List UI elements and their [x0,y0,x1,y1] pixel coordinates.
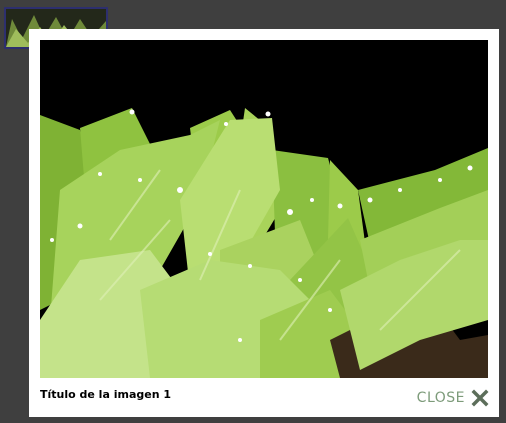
close-button[interactable]: CLOSE [417,389,489,407]
image-caption: Título de la imagen 1 [40,388,172,401]
lightbox-image [40,40,488,378]
close-label: CLOSE [416,390,465,406]
lightbox-dialog: Título de la imagen 1 CLOSE [29,29,499,417]
close-x-icon [471,389,489,407]
